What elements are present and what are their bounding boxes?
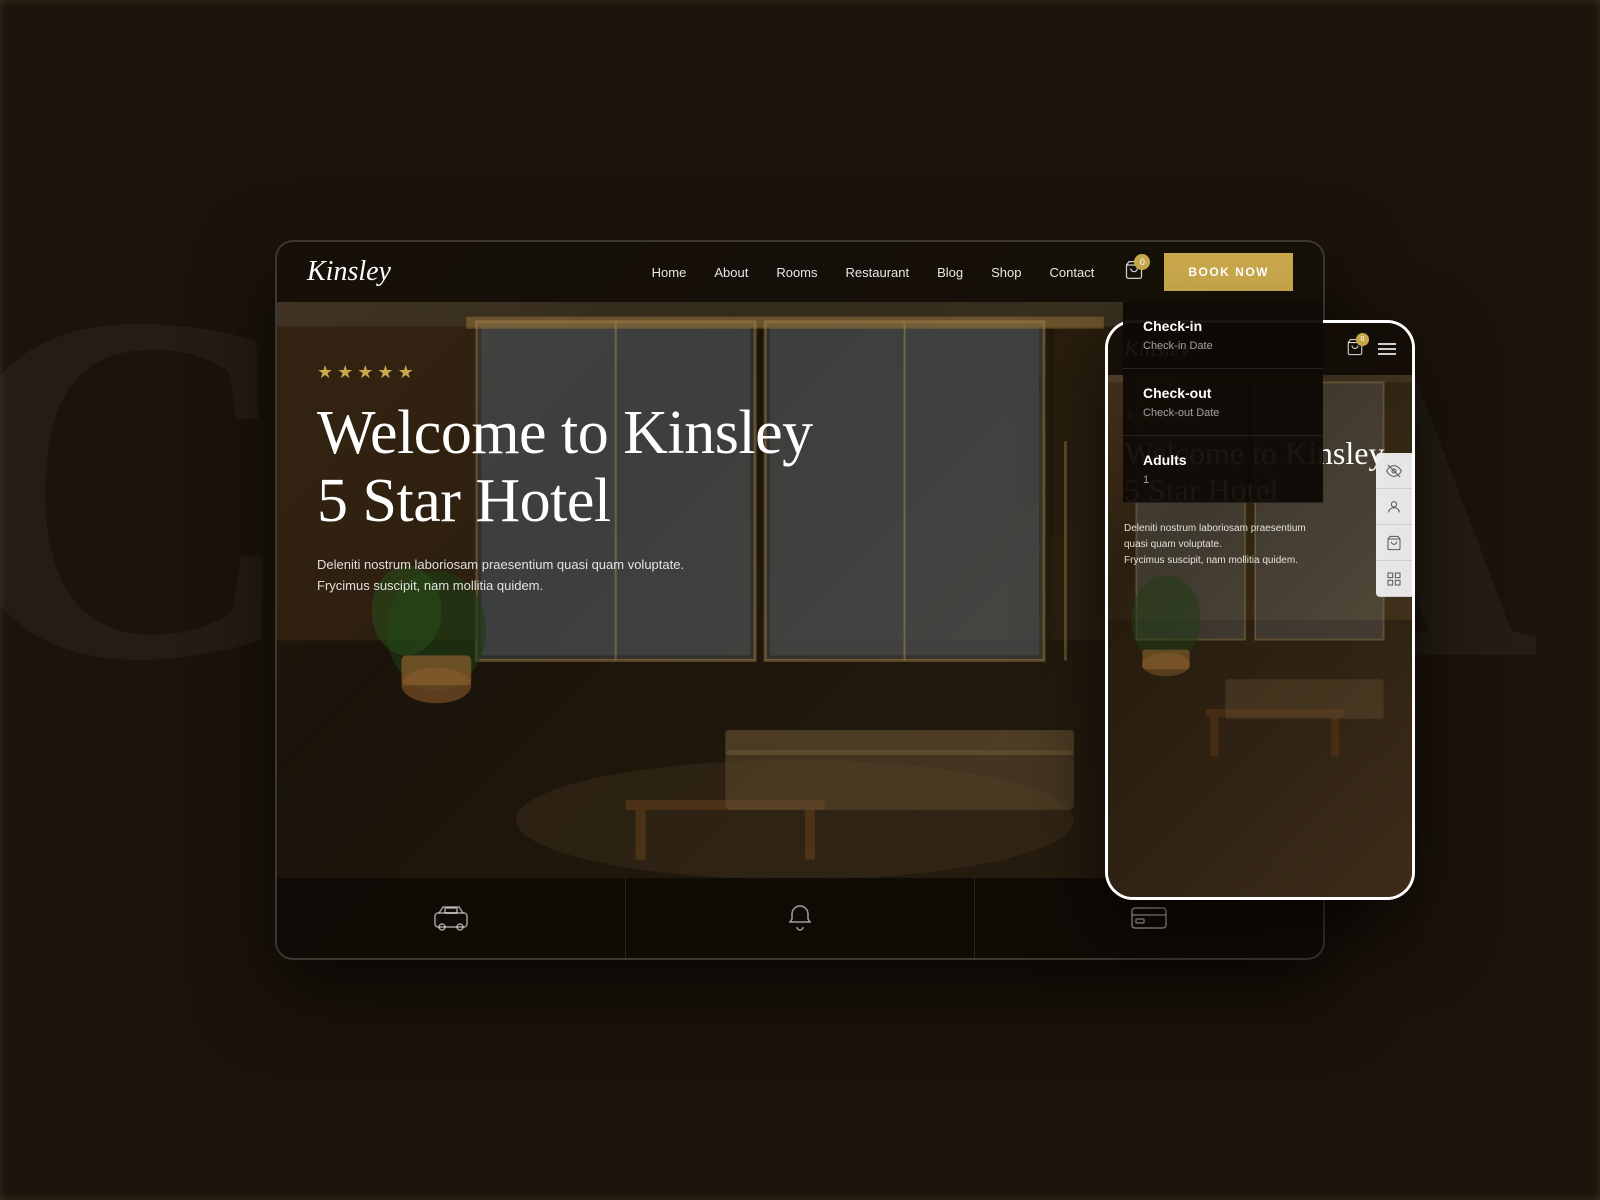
mobile-nav-icons: 0 [1346, 338, 1396, 361]
checkout-label: Check-out [1143, 385, 1303, 401]
desktop-nav-icons: 0 [1124, 260, 1144, 285]
desktop-stars: ★ ★ ★ ★ ★ [317, 362, 813, 383]
mobile-cart-icon[interactable]: 0 [1346, 338, 1364, 361]
grid-tool-icon [1386, 571, 1402, 587]
checkin-label: Check-in [1143, 318, 1303, 334]
desktop-hero-content: ★ ★ ★ ★ ★ Welcome to Kinsley5 Star Hotel… [317, 362, 813, 597]
adults-section: Adults 1 [1123, 436, 1323, 503]
checkin-value[interactable]: Check-in Date [1143, 340, 1303, 352]
desktop-nav-links: Home About Rooms Restaurant Blog Shop Co… [652, 265, 1095, 280]
mobile-hero-subtitle: Deleniti nostrum laboriosam praesentium … [1124, 521, 1396, 569]
scene-container: Kinsley Home About Rooms Restaurant Blog… [275, 240, 1325, 960]
card-icon [1129, 903, 1169, 933]
desktop-hero-subtitle: Deleniti nostrum laboriosam praesentium … [317, 555, 813, 597]
nav-link-about[interactable]: About [714, 265, 748, 280]
adults-label: Adults [1143, 452, 1303, 468]
mobile-tool-eye[interactable] [1376, 453, 1412, 489]
checkout-section: Check-out Check-out Date [1123, 369, 1323, 436]
hamburger-line-2 [1378, 348, 1396, 350]
hamburger-line-3 [1378, 353, 1396, 355]
adults-value[interactable]: 1 [1143, 474, 1303, 486]
bottom-bar-taxi[interactable] [277, 878, 626, 958]
star-4: ★ [377, 362, 393, 383]
desktop-navbar: Kinsley Home About Rooms Restaurant Blog… [277, 242, 1323, 302]
mobile-tools-panel [1376, 453, 1412, 597]
mobile-cart-badge: 0 [1356, 333, 1369, 346]
bottom-bar-bell[interactable] [626, 878, 975, 958]
nav-link-shop[interactable]: Shop [991, 265, 1021, 280]
taxi-icon [431, 903, 471, 933]
star-3: ★ [357, 362, 373, 383]
nav-link-rooms[interactable]: Rooms [776, 265, 817, 280]
mobile-tool-grid[interactable] [1376, 561, 1412, 597]
booking-dropdown: Check-in Check-in Date Check-out Check-o… [1123, 302, 1323, 503]
mobile-tool-user[interactable] [1376, 489, 1412, 525]
nav-link-blog[interactable]: Blog [937, 265, 963, 280]
desktop-cart-icon[interactable]: 0 [1124, 260, 1144, 285]
bell-icon [785, 903, 815, 933]
desktop-logo[interactable]: Kinsley [307, 256, 391, 288]
desktop-cart-badge: 0 [1134, 254, 1150, 270]
checkout-value[interactable]: Check-out Date [1143, 407, 1303, 419]
nav-link-contact[interactable]: Contact [1050, 265, 1095, 280]
star-2: ★ [337, 362, 353, 383]
eye-tool-icon [1386, 463, 1402, 479]
user-tool-icon [1386, 499, 1402, 515]
nav-link-restaurant[interactable]: Restaurant [846, 265, 910, 280]
star-5: ★ [398, 362, 414, 383]
checkin-section: Check-in Check-in Date [1123, 302, 1323, 369]
desktop-hero-title: Welcome to Kinsley5 Star Hotel [317, 399, 813, 535]
star-1: ★ [317, 362, 333, 383]
mobile-tool-cart[interactable] [1376, 525, 1412, 561]
hamburger-line-1 [1378, 343, 1396, 345]
mobile-hamburger-menu[interactable] [1378, 343, 1396, 355]
nav-link-home[interactable]: Home [652, 265, 687, 280]
cart-tool-icon [1386, 535, 1402, 551]
book-now-button[interactable]: BOOK NOW [1164, 253, 1293, 291]
